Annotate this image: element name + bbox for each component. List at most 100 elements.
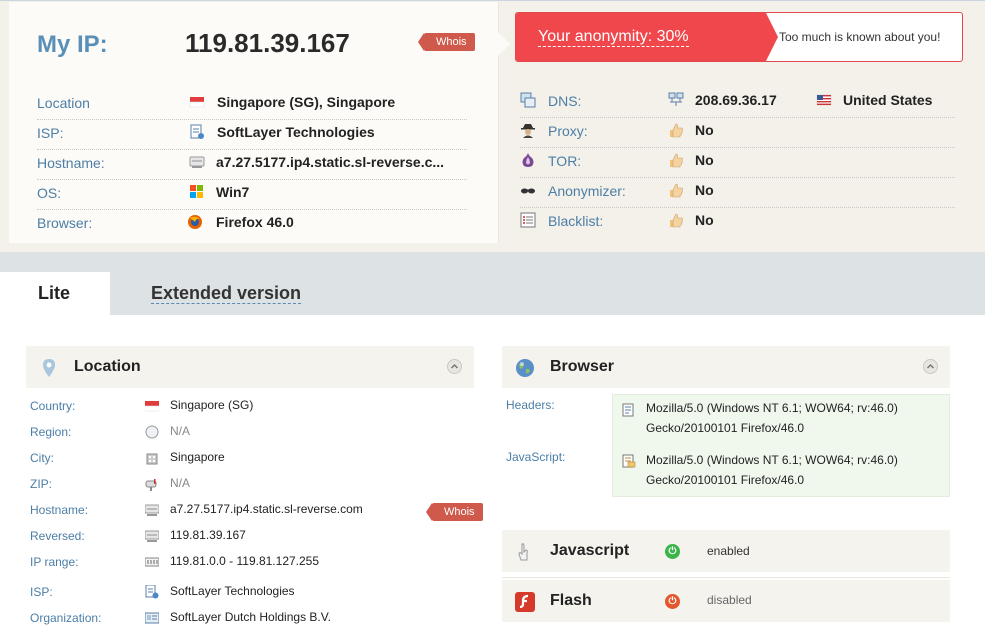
location-row-zip: ZIP: N/A xyxy=(30,474,475,500)
info-row-hostname: Hostname: a7.27.5177.ip4.static.sl-rever… xyxy=(37,150,467,180)
browser-panel-header: Browser xyxy=(502,346,950,388)
windows-icon xyxy=(189,184,205,200)
anonymizer-glasses-icon xyxy=(520,182,536,198)
tab-bar xyxy=(0,252,985,315)
isp-document-icon xyxy=(145,584,159,599)
anonymity-bar: Your anonymity: 30% Too much is known ab… xyxy=(515,12,963,62)
flash-panel-title: Flash xyxy=(550,592,592,609)
location-row-organization: Organization: SoftLayer Dutch Holdings B… xyxy=(30,608,475,632)
location-panel-header: Location xyxy=(26,346,474,388)
dns-value: 208.69.36.17 xyxy=(695,92,777,108)
power-on-icon: ⏻ xyxy=(665,544,680,559)
location-label: ISP: xyxy=(30,585,53,599)
headers-label: Headers: xyxy=(506,398,555,412)
check-label: Proxy: xyxy=(548,123,588,139)
dns-icon xyxy=(520,92,536,108)
tab-extended-version[interactable]: Extended version xyxy=(151,283,302,304)
info-value: SoftLayer Technologies xyxy=(217,124,375,140)
network-icon xyxy=(668,92,684,108)
location-label: City: xyxy=(30,451,54,465)
flash-icon xyxy=(514,591,536,613)
flash-status: disabled xyxy=(707,593,752,607)
check-label: DNS: xyxy=(548,93,582,109)
thumbs-up-icon xyxy=(668,122,684,138)
info-label: OS: xyxy=(37,185,62,201)
headers-document-icon xyxy=(622,403,636,417)
server-icon xyxy=(144,503,160,517)
check-label: Blacklist: xyxy=(548,213,604,229)
location-row-country: Country: Singapore (SG) xyxy=(30,396,475,422)
headers-line: Mozilla/5.0 (Windows NT 6.1; WOW64; rv:4… xyxy=(646,401,898,415)
location-row-ip-range: IP range: 119.81.0.0 - 119.81.127.255 xyxy=(30,552,475,578)
id-card-icon xyxy=(144,611,160,625)
us-flag-icon xyxy=(816,92,832,108)
browser-panel-title: Browser xyxy=(550,358,615,375)
headers-line: Gecko/20100101 Firefox/46.0 xyxy=(646,421,805,435)
compass-icon xyxy=(145,425,159,439)
check-label: Anonymizer: xyxy=(548,183,626,199)
info-row-isp: ISP: SoftLayer Technologies xyxy=(37,120,467,150)
location-label: Region: xyxy=(30,425,72,439)
info-value: Singapore (SG), Singapore xyxy=(217,94,396,110)
location-row-city: City: Singapore xyxy=(30,448,475,474)
singapore-flag-icon xyxy=(144,399,160,413)
isp-document-icon xyxy=(189,124,205,140)
javascript-line: Mozilla/5.0 (Windows NT 6.1; WOW64; rv:4… xyxy=(646,453,898,467)
location-value: 119.81.39.167 xyxy=(170,528,246,542)
building-icon xyxy=(145,451,159,465)
check-row-blacklist: Blacklist: No xyxy=(520,208,955,238)
location-whois-button[interactable]: Whois xyxy=(426,503,483,521)
location-value: 119.81.0.0 - 119.81.127.255 xyxy=(170,554,320,568)
globe-icon xyxy=(514,357,536,379)
location-label: Reversed: xyxy=(30,529,85,543)
power-off-icon: ⏻ xyxy=(665,594,680,609)
javascript-line: Gecko/20100101 Firefox/46.0 xyxy=(646,473,805,487)
location-value: N/A xyxy=(170,476,191,490)
mailbox-icon xyxy=(145,477,159,491)
location-row-isp: ISP: SoftLayer Technologies xyxy=(30,582,475,608)
info-value: Win7 xyxy=(216,184,250,200)
check-label: TOR: xyxy=(548,153,582,169)
javascript-panel-header: Javascript ⏻ enabled xyxy=(502,530,950,572)
location-row-reversed: Reversed: 119.81.39.167 xyxy=(30,526,475,552)
ip-range-icon xyxy=(144,555,160,569)
my-ip-label: My IP: xyxy=(37,31,108,58)
javascript-panel-title: Javascript xyxy=(550,542,630,559)
check-row-tor: TOR: No xyxy=(520,148,955,178)
headers-value: Mozilla/5.0 (Windows NT 6.1; WOW64; rv:4… xyxy=(646,398,946,438)
thumbs-up-icon xyxy=(668,182,684,198)
tab-lite-label: Lite xyxy=(38,283,71,303)
check-value: No xyxy=(695,212,714,228)
check-value: No xyxy=(695,152,714,168)
thumbs-up-icon xyxy=(668,212,684,228)
flash-panel-header: Flash ⏻ disabled xyxy=(502,580,950,622)
location-value: SoftLayer Dutch Holdings B.V. xyxy=(170,610,331,624)
map-pin-icon xyxy=(38,357,60,379)
info-value: a7.27.5177.ip4.static.sl-reverse.c... xyxy=(216,154,445,170)
location-row-region: Region: N/A xyxy=(30,422,475,448)
whois-button[interactable]: Whois xyxy=(418,33,475,51)
check-row-dns: DNS: 208.69.36.17 United States xyxy=(520,88,955,118)
location-label: Hostname: xyxy=(30,503,89,517)
javascript-hand-icon xyxy=(514,541,536,563)
anonymity-message: Too much is known about you! xyxy=(779,30,941,44)
location-label: Organization: xyxy=(30,611,102,625)
location-value: Singapore xyxy=(170,450,225,464)
check-value: No xyxy=(695,122,714,138)
ip-address: 119.81.39.167 xyxy=(185,28,350,58)
browser-collapse-button[interactable] xyxy=(923,359,938,374)
tab-lite[interactable]: Lite xyxy=(0,272,110,315)
info-label: Location xyxy=(37,95,90,111)
location-collapse-button[interactable] xyxy=(447,359,462,374)
location-value: N/A xyxy=(170,424,191,438)
info-value: Firefox 46.0 xyxy=(216,214,294,230)
top-border xyxy=(0,0,985,1)
anonymity-link[interactable]: Your anonymity: 30% xyxy=(538,28,689,47)
ip-card: My IP: 119.81.39.167 Whois Location Sing… xyxy=(9,2,510,243)
info-row-location: Location Singapore (SG), Singapore xyxy=(37,90,467,120)
location-label: IP range: xyxy=(30,555,79,569)
location-label: ZIP: xyxy=(30,477,53,491)
check-row-proxy: Proxy: No xyxy=(520,118,955,148)
thumbs-up-icon xyxy=(668,152,684,168)
info-row-os: OS: Win7 xyxy=(37,180,467,210)
